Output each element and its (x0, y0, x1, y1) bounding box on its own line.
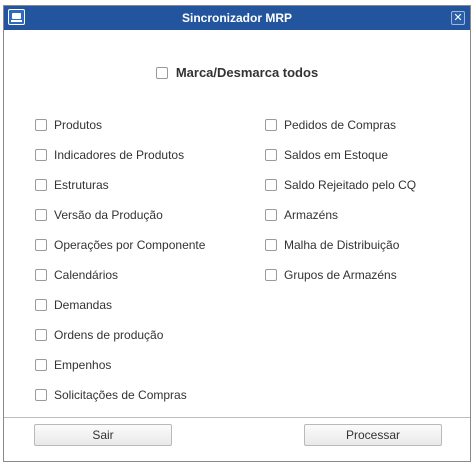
check-all-checkbox[interactable] (155, 66, 168, 79)
option-label: Versão da Produção (54, 208, 163, 222)
left-options-column: Produtos Indicadores de Produtos Estrutu… (35, 110, 205, 410)
checkbox[interactable] (35, 179, 47, 191)
option-versao-da-producao[interactable]: Versão da Produção (35, 200, 205, 230)
checkbox[interactable] (265, 209, 277, 221)
check-all-label: Marca/Desmarca todos (175, 65, 319, 80)
option-ordens-de-producao[interactable]: Ordens de produção (35, 320, 205, 350)
title-bar: Sincronizador MRP ✕ (4, 6, 470, 30)
exit-button[interactable]: Sair (34, 424, 172, 446)
checkbox[interactable] (265, 179, 277, 191)
option-saldos-em-estoque[interactable]: Saldos em Estoque (265, 140, 416, 170)
option-demandas[interactable]: Demandas (35, 290, 205, 320)
option-empenhos[interactable]: Empenhos (35, 350, 205, 380)
option-label: Demandas (54, 298, 113, 312)
option-label: Saldo Rejeitado pelo CQ (284, 178, 417, 192)
checkbox[interactable] (35, 149, 47, 161)
option-label: Produtos (54, 118, 103, 132)
checkbox[interactable] (35, 389, 47, 401)
close-icon[interactable]: ✕ (451, 11, 465, 25)
dialog-footer: Sair Processar (4, 417, 470, 461)
sync-dialog: Sincronizador MRP ✕ Marca/Desmarca todos… (3, 5, 471, 462)
checkbox[interactable] (35, 329, 47, 341)
option-estruturas[interactable]: Estruturas (35, 170, 205, 200)
option-label: Operações por Componente (54, 238, 206, 252)
checkbox[interactable] (35, 239, 47, 251)
option-indicadores-de-produtos[interactable]: Indicadores de Produtos (35, 140, 205, 170)
option-label: Malha de Distribuição (284, 238, 400, 252)
option-label: Calendários (54, 268, 119, 282)
option-label: Estruturas (54, 178, 109, 192)
dialog-content: Marca/Desmarca todos Produtos Indicadore… (4, 30, 470, 417)
checkbox[interactable] (35, 269, 47, 281)
checkbox[interactable] (265, 239, 277, 251)
check-all-option[interactable]: Marca/Desmarca todos (4, 65, 470, 80)
option-label: Armazéns (284, 208, 339, 222)
checkbox[interactable] (35, 119, 47, 131)
window-title: Sincronizador MRP (181, 11, 292, 25)
option-label: Indicadores de Produtos (54, 148, 185, 162)
option-label: Ordens de produção (54, 328, 164, 342)
option-grupos-de-armazens[interactable]: Grupos de Armazéns (265, 260, 416, 290)
process-button[interactable]: Processar (304, 424, 442, 446)
option-label: Solicitações de Compras (54, 388, 187, 402)
option-label: Empenhos (54, 358, 112, 372)
checkbox[interactable] (35, 299, 47, 311)
checkbox[interactable] (265, 119, 277, 131)
checkbox[interactable] (35, 359, 47, 371)
option-solicitacoes-de-compras[interactable]: Solicitações de Compras (35, 380, 205, 410)
checkbox[interactable] (35, 209, 47, 221)
option-label: Saldos em Estoque (284, 148, 389, 162)
option-calendarios[interactable]: Calendários (35, 260, 205, 290)
option-saldo-rejeitado-pelo-cq[interactable]: Saldo Rejeitado pelo CQ (265, 170, 416, 200)
option-label: Grupos de Armazéns (284, 268, 397, 282)
option-operacoes-por-componente[interactable]: Operações por Componente (35, 230, 205, 260)
option-malha-de-distribuicao[interactable]: Malha de Distribuição (265, 230, 416, 260)
right-options-column: Pedidos de Compras Saldos em Estoque Sal… (265, 110, 416, 290)
option-pedidos-de-compras[interactable]: Pedidos de Compras (265, 110, 416, 140)
option-armazens[interactable]: Armazéns (265, 200, 416, 230)
option-produtos[interactable]: Produtos (35, 110, 205, 140)
checkbox[interactable] (265, 269, 277, 281)
checkbox[interactable] (265, 149, 277, 161)
option-label: Pedidos de Compras (284, 118, 397, 132)
